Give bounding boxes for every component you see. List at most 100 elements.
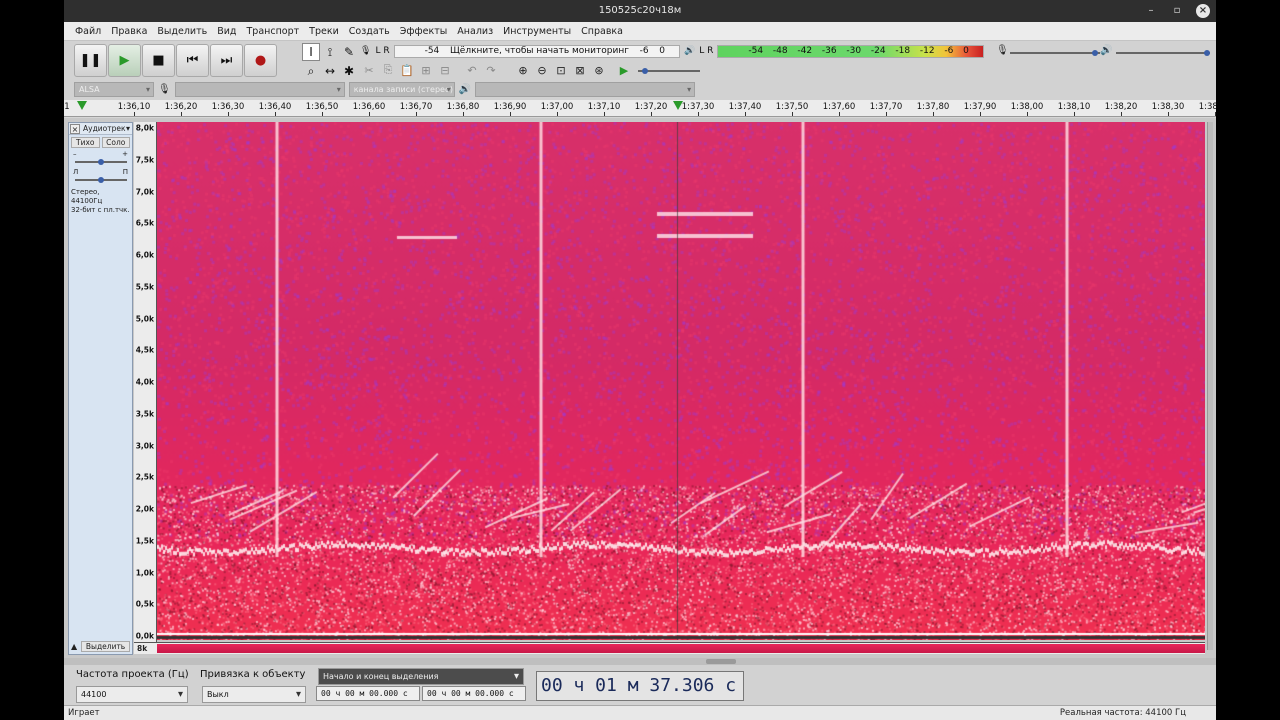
snap-to-label: Привязка к объекту <box>200 669 306 680</box>
ruler-tick <box>1027 112 1028 116</box>
spectrogram-view[interactable] <box>157 122 1205 640</box>
select-track-button[interactable]: Выделить <box>81 641 130 652</box>
menu-view[interactable]: Вид <box>212 22 241 41</box>
menu-edit[interactable]: Правка <box>106 22 152 41</box>
audacity-window: 150525с20ч18м – ▫ × Файл Правка Выделить… <box>64 0 1216 720</box>
skip-end-button[interactable]: ⏭ <box>210 44 243 77</box>
solo-button[interactable]: Соло <box>101 137 130 148</box>
track-close-icon[interactable]: × <box>70 123 80 134</box>
menu-analyze[interactable]: Анализ <box>452 22 498 41</box>
play-button[interactable]: ▶ <box>108 44 141 77</box>
record-button[interactable]: ● <box>244 44 277 77</box>
frequency-label: 2,0k <box>135 504 154 514</box>
menu-tools[interactable]: Инструменты <box>498 22 576 41</box>
envelope-tool-icon[interactable]: ⟟ <box>321 43 339 61</box>
mute-button[interactable]: Тихо <box>71 137 100 148</box>
fit-project-icon[interactable]: ⊠ <box>571 61 589 79</box>
redo-icon[interactable]: ↷ <box>482 61 500 79</box>
audio-host-select[interactable]: ALSA <box>74 81 154 97</box>
frequency-axis[interactable]: 8,0k 7,5k 7,0k 6,5k 6,0k 5,5k 5,0k 4,5k 4,0k 3,5k… <box>134 122 157 650</box>
play-at-speed-icon[interactable]: ▶ <box>615 61 633 79</box>
silence-icon[interactable]: ⊟ <box>436 61 454 79</box>
ruler-tick <box>1074 112 1075 116</box>
selection-end-time[interactable]: 00 ч 00 м 00.000 с <box>422 686 526 701</box>
multi-tool-icon[interactable]: ✱ <box>340 62 358 80</box>
edit-toolbar: ✂ ⎘ 📋 ⊞ ⊟ ↶ ↷ <box>360 61 500 79</box>
vertical-scrollbar[interactable] <box>1207 122 1213 650</box>
ruler-label: 1:36,20 <box>164 102 198 112</box>
track-menu-chevron-icon[interactable]: ▾ <box>126 124 132 133</box>
gain-slider[interactable]: – + <box>73 150 128 166</box>
timeshift-tool-icon[interactable]: ↔ <box>321 62 339 80</box>
menu-transport[interactable]: Транспорт <box>241 22 304 41</box>
menu-tracks[interactable]: Треки <box>304 22 344 41</box>
fit-selection-icon[interactable]: ⊡ <box>552 61 570 79</box>
playback-device-select[interactable] <box>475 81 696 97</box>
selection-mode-select[interactable]: Начало и конец выделения <box>318 668 524 685</box>
maximize-icon[interactable]: ▫ <box>1170 4 1184 18</box>
play-region-start-icon[interactable] <box>77 101 87 110</box>
menu-select[interactable]: Выделить <box>152 22 212 41</box>
close-icon[interactable]: × <box>1196 4 1210 18</box>
pan-slider[interactable]: ЛП <box>73 168 128 184</box>
playback-meter[interactable]: 🔊 L R -54 -48 -42 -36 -30 -24 -18 -12 -6 0 <box>684 43 984 59</box>
play-volume-slider[interactable]: 🔊 <box>1100 45 1216 57</box>
ruler-tick <box>181 112 182 116</box>
zoom-in-icon[interactable]: ⊕ <box>514 61 532 79</box>
cut-icon[interactable]: ✂ <box>360 61 378 79</box>
ruler-label: 1:36,90 <box>493 102 527 112</box>
selection-start-time[interactable]: 00 ч 00 м 00.000 с <box>316 686 420 701</box>
selection-toolbar: Частота проекта (Гц) 44100 Привязка к об… <box>64 665 1216 705</box>
menu-generate[interactable]: Создать <box>344 22 395 41</box>
draw-tool-icon[interactable]: ✎ <box>340 43 358 61</box>
play-meter-tick: -42 <box>797 46 813 56</box>
playback-device-icon: 🔊 <box>458 83 472 95</box>
frequency-label: 0,5k <box>135 599 154 609</box>
selection-tool-icon[interactable]: I <box>302 43 320 61</box>
frequency-label: 1,5k <box>135 536 154 546</box>
trim-icon[interactable]: ⊞ <box>417 61 435 79</box>
record-meter-bar[interactable]: -54 Щёлкните, чтобы начать мониторинг -6… <box>393 44 680 58</box>
menu-file[interactable]: Файл <box>70 22 106 41</box>
play-speed-slider[interactable] <box>634 61 704 79</box>
ruler-tick <box>1215 112 1216 116</box>
zoom-tool-icon[interactable]: ⌕ <box>302 62 320 80</box>
timeline-ruler[interactable]: 1 1:36,10 1:36,20 1:36,30 1:36,40 1:36,50 1:3… <box>64 100 1216 117</box>
ruler-label: 1:38,30 <box>1151 102 1185 112</box>
record-device-select[interactable] <box>174 81 345 97</box>
frequency-label: 3,5k <box>135 409 154 419</box>
record-channels-select[interactable]: канала записи (стерео) <box>348 81 455 97</box>
record-meter[interactable]: 🎙 L R -54 Щёлкните, чтобы начать монитор… <box>360 43 680 59</box>
ruler-label: 1:37,80 <box>916 102 950 112</box>
mic-volume-slider[interactable]: 🎙 <box>996 45 1106 57</box>
horizontal-scrollbar[interactable] <box>64 658 1216 665</box>
spectrogram-canvas[interactable] <box>157 122 1205 640</box>
collapse-track-icon[interactable]: ▲ <box>71 642 77 651</box>
project-rate-select[interactable]: 44100 <box>76 686 188 703</box>
minimize-icon[interactable]: – <box>1144 4 1158 18</box>
ruler-tick <box>792 112 793 116</box>
menu-help[interactable]: Справка <box>576 22 628 41</box>
skip-start-button[interactable]: ⏮ <box>176 44 209 77</box>
zoom-out-icon[interactable]: ⊖ <box>533 61 551 79</box>
copy-icon[interactable]: ⎘ <box>379 61 397 79</box>
track-name-menu[interactable]: Аудиотрек <box>81 124 126 133</box>
window-title: 150525с20ч18м <box>598 5 682 16</box>
snap-to-select[interactable]: Выкл <box>202 686 306 703</box>
playback-meter-bar[interactable]: -54 -48 -42 -36 -30 -24 -18 -12 -6 0 <box>717 44 984 58</box>
ruler-label: 1:37,60 <box>822 102 856 112</box>
frequency-label: 3,0k <box>135 441 154 450</box>
zoom-toggle-icon[interactable]: ⊛ <box>590 61 608 79</box>
ruler-label: 1:37,30 <box>681 102 715 112</box>
play-icon: ▶ <box>119 53 130 68</box>
menu-effects[interactable]: Эффекты <box>395 22 453 41</box>
pause-button[interactable]: ❚❚ <box>74 44 107 77</box>
window-controls: – ▫ × <box>1144 4 1210 18</box>
zoom-toolbar: ⊕ ⊖ ⊡ ⊠ ⊛ ▶ <box>514 61 704 79</box>
undo-icon[interactable]: ↶ <box>463 61 481 79</box>
ruler-label: 1:36,30 <box>211 102 245 112</box>
audio-position-time[interactable]: 00 ч 01 м 37.306 с <box>536 671 744 701</box>
ruler-label: 1:36,60 <box>352 102 386 112</box>
paste-icon[interactable]: 📋 <box>398 61 416 79</box>
stop-button[interactable]: ■ <box>142 44 175 77</box>
